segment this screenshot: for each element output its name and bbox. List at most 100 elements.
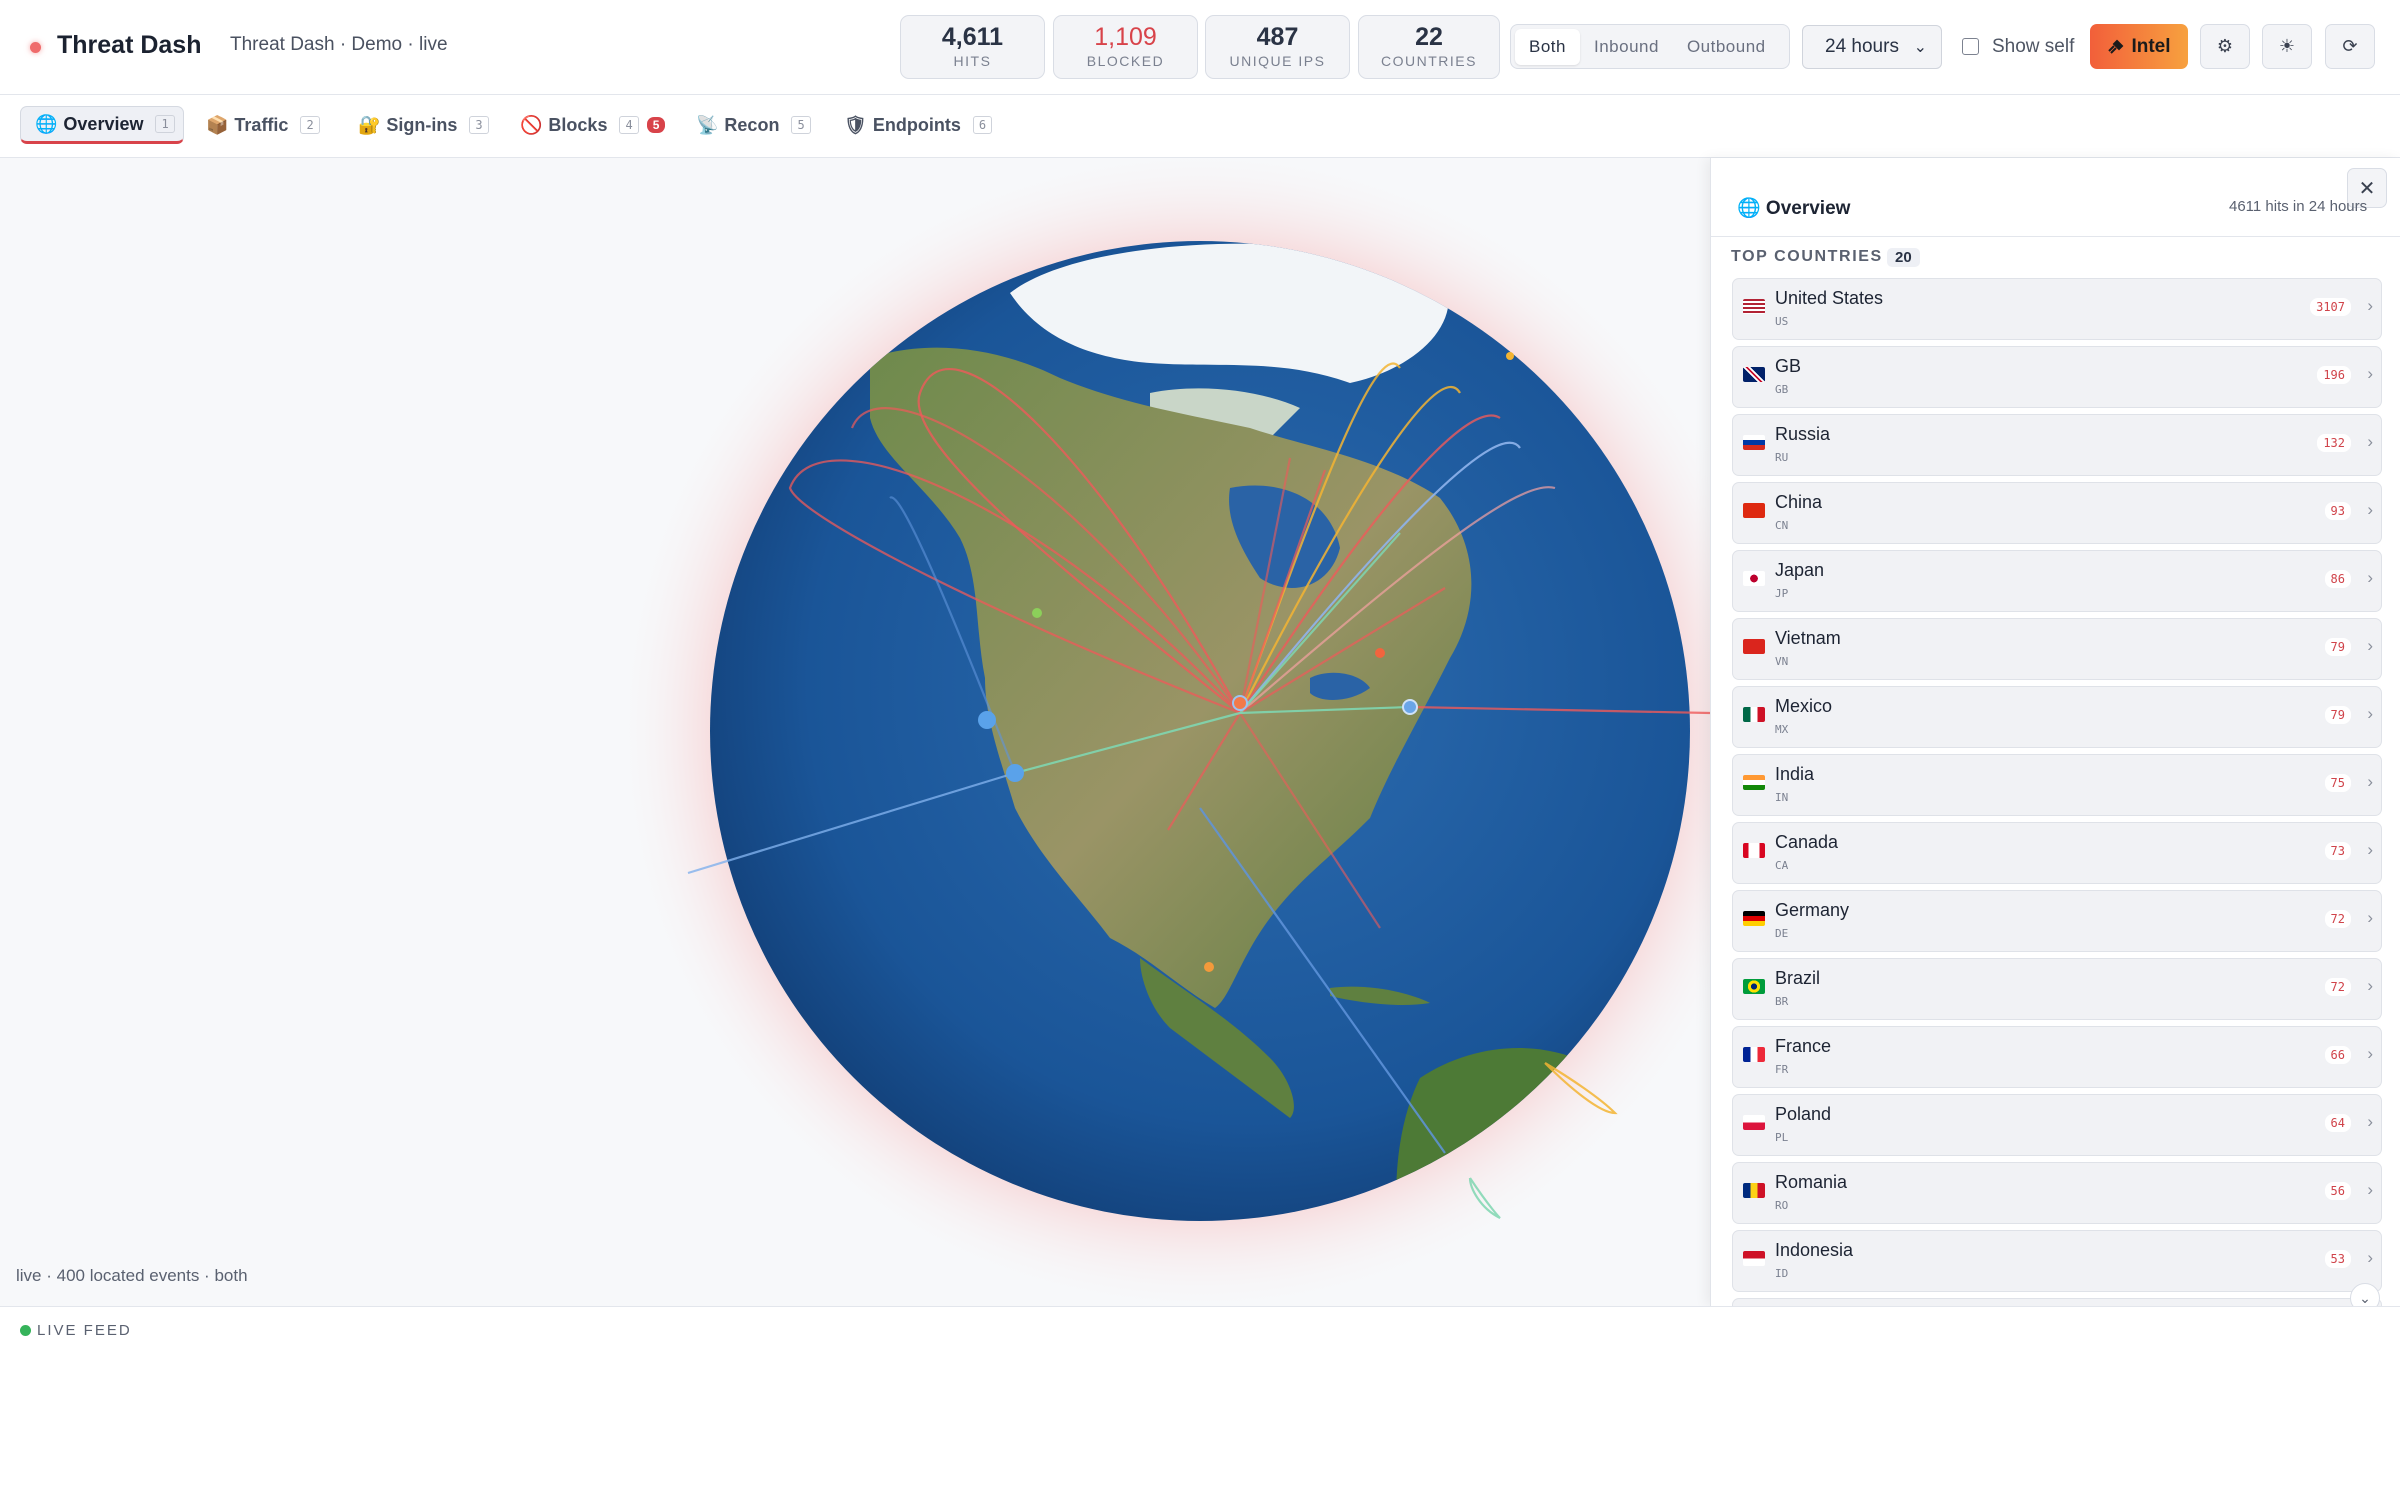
live-status-dot [30,42,41,53]
intel-button[interactable]: Intel [2090,24,2188,69]
country-row[interactable]: Vietnam VN 79 › [1732,618,2382,680]
country-row[interactable]: Poland PL 64 › [1732,1094,2382,1156]
country-hit-count: 93 [2324,502,2351,520]
live-feed-label: LIVE FEED [37,1322,132,1339]
settings-button[interactable]: ⚙ [2200,24,2250,69]
country-name: Indonesia [1775,1240,1854,1260]
stat-hits-label: HITS [953,53,992,69]
country-row[interactable]: Indonesia ID 53 › [1732,1230,2382,1292]
country-hit-count: 196 [2317,366,2351,384]
country-name: Mexico [1775,696,1833,716]
tab-bar: 🌐 Overview 1 📦 Traffic 2 🔐 Sign-ins 3 🚫 … [0,96,2400,158]
stat-blocked-label: BLOCKED [1086,53,1165,69]
chevron-down-icon: ⌄ [2359,1289,2371,1306]
country-row[interactable]: France FR 66 › [1732,1026,2382,1088]
country-code: US [1775,315,1789,328]
country-row[interactable]: Canada CA 73 › [1732,822,2382,884]
country-row[interactable]: United States US 3107 › [1732,278,2382,340]
direction-inbound[interactable]: Inbound [1580,29,1673,65]
chevron-right-icon: › [2367,976,2373,995]
country-row[interactable]: Romania RO 56 › [1732,1162,2382,1224]
country-row[interactable]: China CN 93 › [1732,482,2382,544]
theme-toggle-button[interactable]: ☀ [2262,24,2312,69]
country-row[interactable]: GB GB 196 › [1732,346,2382,408]
country-row[interactable]: Germany DE 72 › [1732,890,2382,952]
flag-icon [1743,1047,1765,1062]
country-hit-count: 66 [2324,1046,2351,1064]
country-row[interactable]: Russia RU 132 › [1732,414,2382,476]
live-feed: LIVE FEED [0,1306,2400,1500]
refresh-button[interactable]: ⟳ [2325,24,2375,69]
app-title: Threat Dash [57,31,202,59]
flag-icon [1743,503,1765,518]
flag-icon [1743,1251,1765,1266]
tab-overview-shortcut: 1 [155,115,175,133]
country-name: Japan [1775,560,1825,580]
country-hit-count: 132 [2317,434,2351,452]
stat-blocked: 1,109 BLOCKED [1053,15,1198,79]
stat-countries-value: 22 [1415,23,1443,51]
tab-traffic[interactable]: 📦 Traffic 2 [200,106,328,144]
country-name: Poland [1775,1104,1832,1124]
country-name: GB [1775,356,1802,376]
tab-blocks-shortcut: 4 [619,116,639,134]
country-code: FR [1775,1063,1789,1076]
country-code: DE [1775,927,1789,940]
country-hit-count: 79 [2324,706,2351,724]
tab-overview-label: Overview [63,113,144,134]
tab-blocks-badge: 5 [646,117,666,133]
top-countries-count: 20 [1887,248,1920,267]
satellite-dish-icon: 📡 [696,114,719,135]
country-row[interactable] [1732,1298,2382,1306]
app-subtitle: Threat Dash · Demo · live [230,34,448,55]
globe-canvas[interactable] [0,158,1710,1306]
stat-unique-ips: 487 UNIQUE IPS [1205,15,1350,79]
country-hit-count: 56 [2324,1182,2351,1200]
chevron-right-icon: › [2367,1112,2373,1131]
direction-outbound[interactable]: Outbound [1673,29,1780,65]
chevron-down-icon: ⌄ [1913,39,1927,56]
sun-icon: ☀ [2278,36,2296,56]
flag-icon [1743,639,1765,654]
country-hit-count: 75 [2324,774,2351,792]
time-range-select[interactable]: 24 hours ⌄ [1802,25,1942,69]
country-name: Romania [1775,1172,1848,1192]
flag-icon [1743,299,1765,314]
country-hit-count: 72 [2324,978,2351,996]
tab-endpoints-label: Endpoints [872,114,961,135]
country-code: VN [1775,655,1789,668]
panel-title: 🌐 Overview [1737,198,1851,219]
show-self-checkbox[interactable] [1962,38,1979,55]
country-name: China [1775,492,1823,512]
country-row[interactable]: India IN 75 › [1732,754,2382,816]
chevron-right-icon: › [2367,364,2373,383]
lock-icon: 🔐 [358,114,381,135]
globe-caption: live · 400 located events · both [16,1266,248,1285]
flag-icon [1743,979,1765,994]
country-row[interactable]: Mexico MX 79 › [1732,686,2382,748]
close-icon: ✕ [2358,177,2376,200]
show-self-label[interactable]: Show self [1992,36,2074,58]
stat-countries-label: COUNTRIES [1381,53,1477,69]
country-row[interactable]: Japan JP 86 › [1732,550,2382,612]
tab-endpoints-shortcut: 6 [972,116,993,134]
direction-toggle: Both Inbound Outbound [1510,24,1790,69]
time-range-value: 24 hours [1825,36,1899,57]
tab-blocks[interactable]: 🚫 Blocks 4 5 [514,106,673,144]
direction-both[interactable]: Both [1515,28,1580,65]
globe-icon: 🌐 [35,113,58,134]
flag-icon [1743,911,1765,926]
country-code: MX [1775,723,1789,736]
tab-recon[interactable]: 📡 Recon 5 [690,106,819,144]
tab-endpoints[interactable]: 🛡 Endpoints 6 [838,106,1000,144]
tab-overview[interactable]: 🌐 Overview 1 [20,106,184,144]
stat-hits-value: 4,611 [941,23,1004,51]
globe-view[interactable]: live · 400 located events · both [0,158,1710,1306]
flag-icon [1743,435,1765,450]
tab-traffic-shortcut: 2 [300,116,320,134]
top-bar: Threat Dash Threat Dash · Demo · live 4,… [0,0,2400,95]
tab-sign-ins[interactable]: 🔐 Sign-ins 3 [352,106,497,144]
chevron-right-icon: › [2367,704,2373,723]
flag-icon [1743,707,1765,722]
country-row[interactable]: Brazil BR 72 › [1732,958,2382,1020]
